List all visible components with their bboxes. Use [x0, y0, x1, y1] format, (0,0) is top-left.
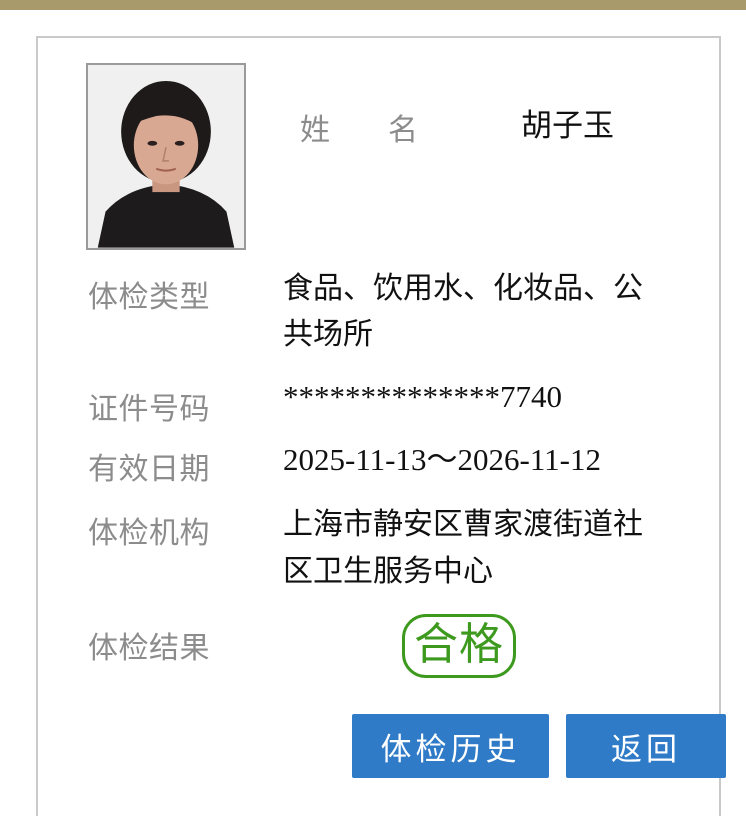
valid-date-label: 有效日期 — [88, 452, 210, 487]
name-value: 胡子玉 — [521, 108, 614, 144]
exam-history-button[interactable]: 体检历史 — [352, 714, 549, 778]
exam-type-value-line1: 食品、饮用水、化妆品、公 — [283, 271, 643, 306]
top-accent-bar — [0, 0, 746, 10]
valid-date-value: 2025-11-13～2026-11-12 — [283, 442, 601, 477]
result-status-badge: 合格 — [402, 614, 516, 678]
id-number-value: **************7740 — [283, 379, 562, 414]
exam-institution-value-line2: 区卫生服务中心 — [283, 554, 493, 589]
exam-result-label: 体检结果 — [88, 631, 210, 666]
name-label-first-char: 姓 — [300, 113, 331, 148]
avatar-photo — [86, 63, 246, 250]
exam-type-label: 体检类型 — [88, 280, 210, 315]
name-label-second-char: 名 — [388, 113, 419, 148]
exam-type-value-line2: 共场所 — [283, 317, 373, 352]
id-number-label: 证件号码 — [88, 392, 210, 427]
exam-institution-value-line1: 上海市静安区曹家渡街道社 — [283, 507, 643, 542]
exam-institution-label: 体检机构 — [88, 516, 210, 551]
back-button[interactable]: 返回 — [566, 714, 726, 778]
